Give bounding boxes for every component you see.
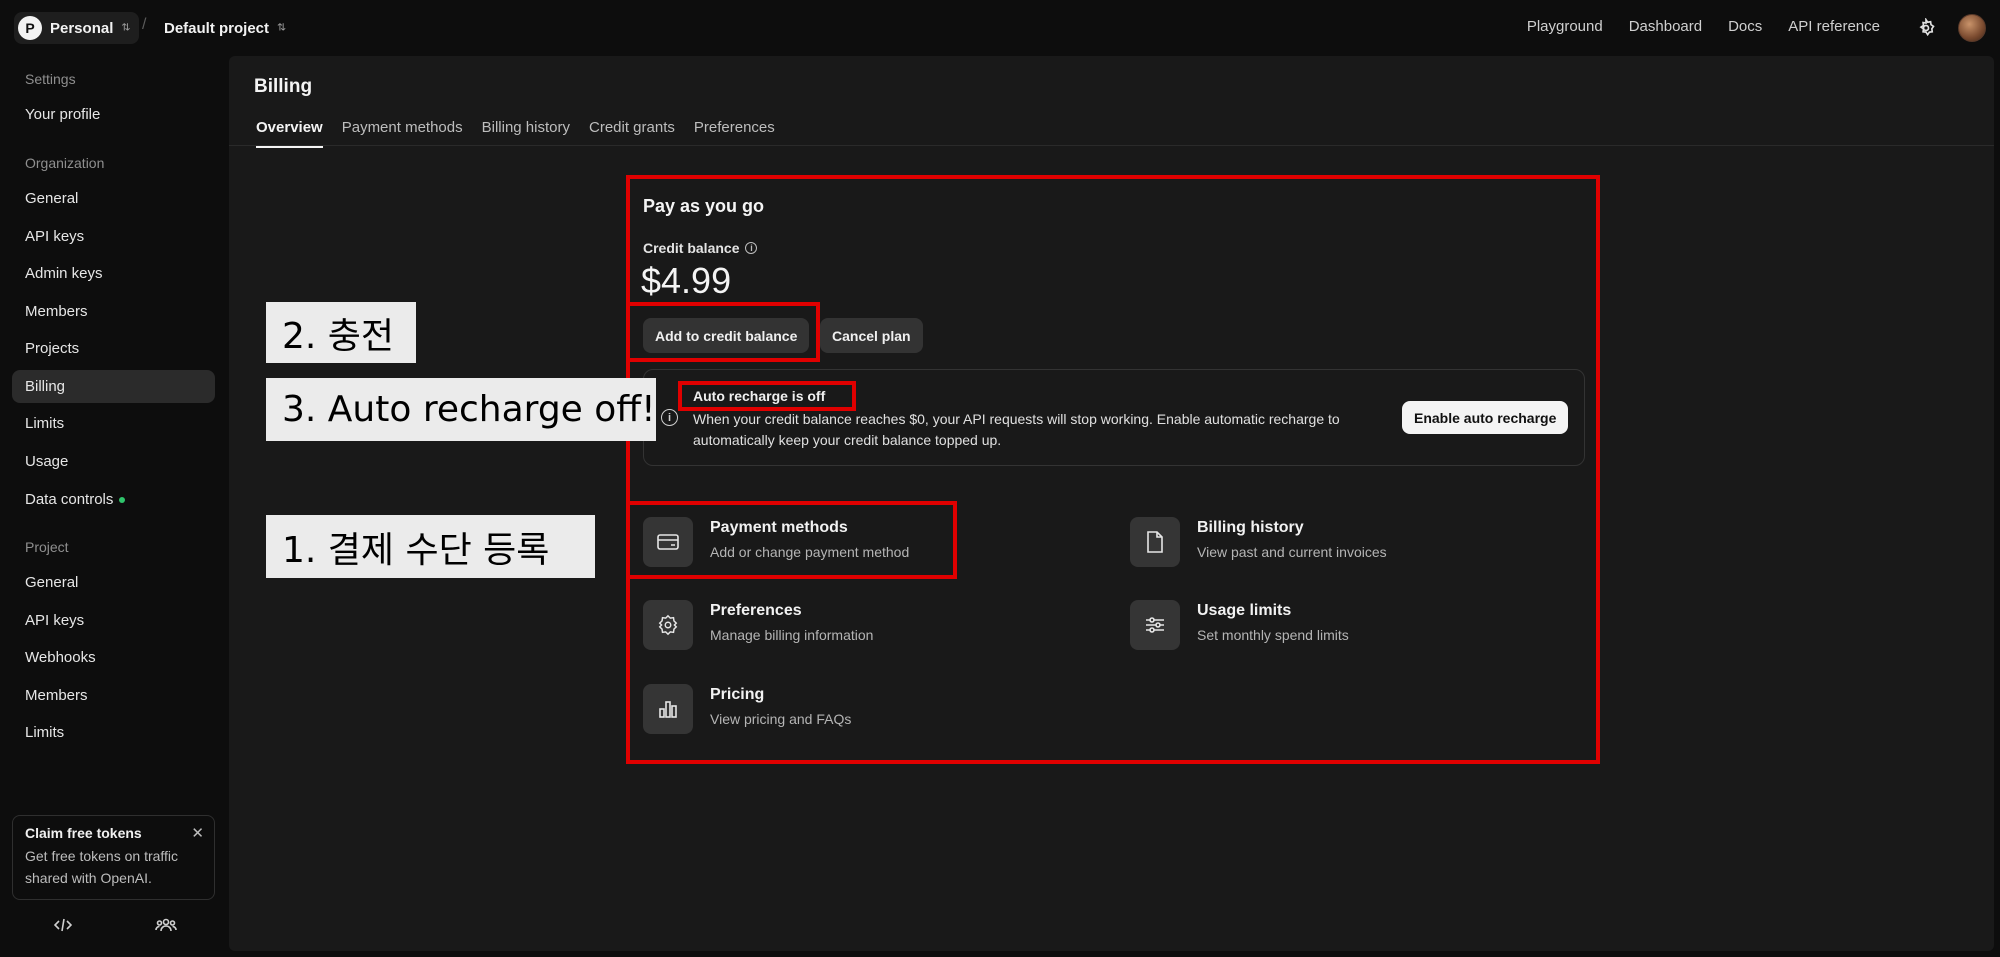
top-bar: P Personal ⇅ / Default project ⇅ Playgro… <box>0 0 2000 56</box>
sidebar-item-projects[interactable]: Projects <box>12 332 215 365</box>
annotation-box-auto-recharge <box>678 381 856 411</box>
project-name: Default project <box>164 19 270 37</box>
close-icon[interactable]: ✕ <box>191 824 204 842</box>
sidebar-item-admin-keys[interactable]: Admin keys <box>12 257 215 290</box>
status-dot <box>119 496 126 503</box>
breadcrumb-separator: / <box>142 16 147 33</box>
community-icon[interactable] <box>153 912 179 938</box>
sidebar-item-your-profile[interactable]: Your profile <box>12 98 215 131</box>
claim-title: Claim free tokens <box>25 825 142 841</box>
sidebar-item-data-controls[interactable]: Data controls <box>12 483 215 516</box>
user-avatar[interactable] <box>1958 14 1986 42</box>
sidebar-item-limits[interactable]: Limits <box>12 407 215 440</box>
nav-playground[interactable]: Playground <box>1527 18 1603 35</box>
nav-api-reference[interactable]: API reference <box>1788 18 1880 35</box>
annotation-box-add-credit <box>626 302 820 362</box>
sidebar-item-label: Data controls <box>25 491 114 508</box>
annotation-box-payment-methods <box>626 501 957 579</box>
tab-overview[interactable]: Overview <box>256 119 323 148</box>
top-nav: Playground Dashboard Docs API reference <box>1527 18 1880 35</box>
sidebar-section-project: Project <box>25 539 69 555</box>
sidebar-item-webhooks[interactable]: Webhooks <box>12 641 215 674</box>
sidebar-item-project-general[interactable]: General <box>12 566 215 599</box>
gear-icon[interactable] <box>1912 14 1940 42</box>
code-icon[interactable] <box>50 912 76 938</box>
sidebar-item-project-limits[interactable]: Limits <box>12 716 215 749</box>
sidebar-item-members[interactable]: Members <box>12 295 215 328</box>
org-switcher[interactable]: P Personal ⇅ <box>14 12 139 44</box>
tab-billing-history[interactable]: Billing history <box>482 119 570 148</box>
page-title: Billing <box>254 76 313 97</box>
tabs-divider <box>229 145 1994 146</box>
nav-dashboard[interactable]: Dashboard <box>1629 18 1702 35</box>
sidebar-item-billing[interactable]: Billing <box>12 370 215 403</box>
project-switcher[interactable]: Default project ⇅ <box>158 14 292 42</box>
tab-preferences[interactable]: Preferences <box>694 119 775 148</box>
annotation-box-main <box>626 175 1600 764</box>
annotation-label-3: 3. Auto recharge off! <box>266 378 656 441</box>
billing-tabs: Overview Payment methods Billing history… <box>256 119 775 148</box>
sidebar-section-settings: Settings <box>25 71 76 87</box>
tab-payment-methods[interactable]: Payment methods <box>342 119 463 148</box>
sidebar-item-usage[interactable]: Usage <box>12 445 215 478</box>
sidebar-item-project-api-keys[interactable]: API keys <box>12 604 215 637</box>
annotation-label-1: 1. 결제 수단 등록 <box>266 515 595 578</box>
sidebar-item-general[interactable]: General <box>12 182 215 215</box>
claim-text: Get free tokens on traffic shared with O… <box>25 848 179 886</box>
chevron-updown-icon: ⇅ <box>277 22 287 34</box>
sidebar-section-organization: Organization <box>25 155 105 171</box>
annotation-label-2: 2. 충전 <box>266 302 416 363</box>
sidebar-item-project-members[interactable]: Members <box>12 679 215 712</box>
chevron-updown-icon: ⇅ <box>121 22 131 34</box>
nav-docs[interactable]: Docs <box>1728 18 1762 35</box>
sidebar: Settings Your profile Organization Gener… <box>0 56 228 957</box>
org-avatar: P <box>18 16 42 40</box>
claim-tokens-card: Claim free tokens Get free tokens on tra… <box>12 815 215 900</box>
tab-credit-grants[interactable]: Credit grants <box>589 119 675 148</box>
org-name: Personal <box>50 19 114 37</box>
sidebar-item-api-keys[interactable]: API keys <box>12 220 215 253</box>
